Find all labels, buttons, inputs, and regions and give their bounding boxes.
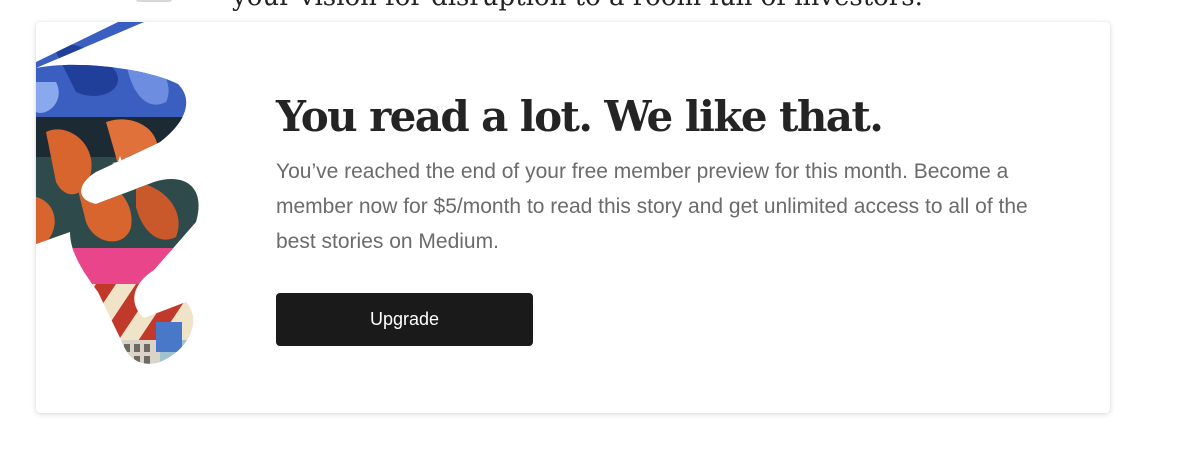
paywall-body: You’ve reached the end of your free memb… <box>276 160 1028 253</box>
article-text-peek: your vision for disruption to a room ful… <box>0 0 1200 24</box>
upgrade-button[interactable]: Upgrade <box>276 293 533 346</box>
paywall-content: You read a lot. We like that. You’ve rea… <box>276 88 1076 259</box>
article-last-line: your vision for disruption to a room ful… <box>232 0 923 12</box>
abstract-collage-illustration <box>36 22 199 364</box>
article-image-edge <box>136 0 172 2</box>
paywall-title: You read a lot. We like that. <box>276 92 884 141</box>
paywall-card: You read a lot. We like that. You’ve rea… <box>36 22 1110 413</box>
